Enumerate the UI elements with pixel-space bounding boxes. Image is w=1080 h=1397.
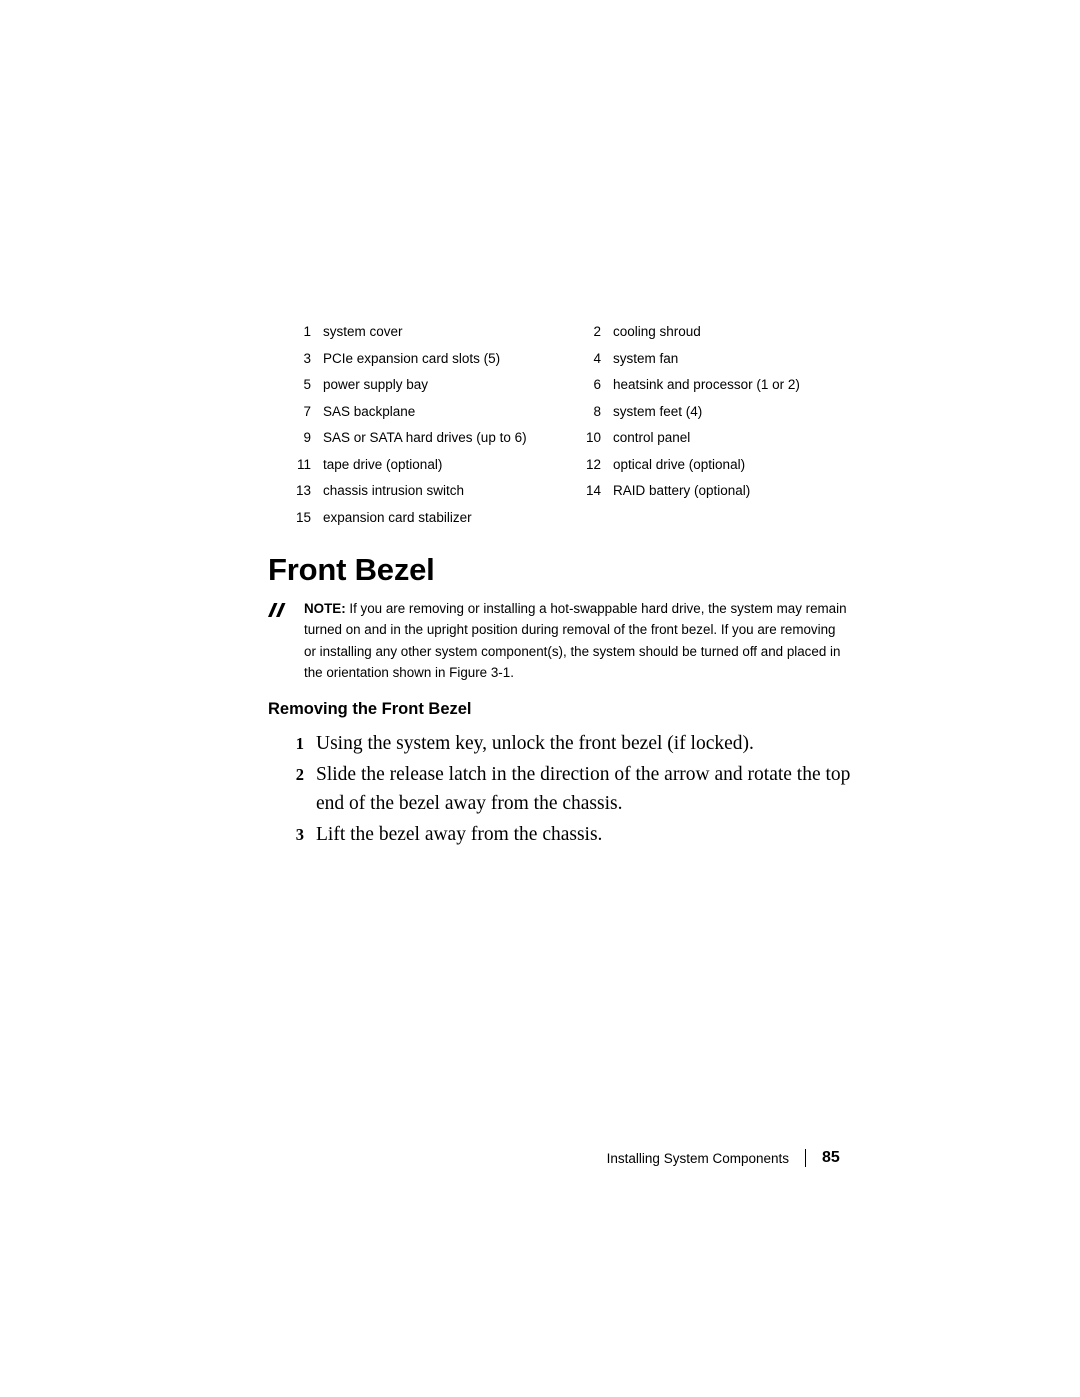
step-text: Lift the bezel away from the chassis. bbox=[316, 824, 603, 845]
legend-number: 1 bbox=[303, 324, 311, 339]
page-number: 85 bbox=[822, 1149, 840, 1166]
page-title: Front Bezel bbox=[268, 552, 435, 587]
legend-row: 11 tape drive (optional) 12 optical driv… bbox=[275, 455, 855, 482]
step-number: 2 bbox=[295, 765, 304, 784]
legend-cell: 4 system fan bbox=[565, 349, 855, 369]
legend-label: PCIe expansion card slots (5) bbox=[323, 350, 501, 366]
legend-cell: 15 expansion card stabilizer bbox=[275, 508, 565, 528]
legend-number: 15 bbox=[295, 509, 311, 525]
legend-cell: 1 system cover bbox=[275, 322, 565, 342]
note-label: NOTE: bbox=[304, 601, 346, 616]
legend-cell: 10 control panel bbox=[565, 428, 855, 448]
footer-section-title: Installing System Components bbox=[606, 1150, 789, 1166]
document-page: 1 system cover 2 cooling shroud 3 PCIe e… bbox=[0, 0, 1080, 1397]
step-text: Using the system key, unlock the front b… bbox=[316, 733, 754, 754]
legend-number: 5 bbox=[303, 377, 311, 392]
legend-label: control panel bbox=[613, 430, 691, 445]
legend-cell: 13 chassis intrusion switch bbox=[275, 481, 565, 501]
legend-label: system cover bbox=[323, 324, 403, 339]
legend-cell: 11 tape drive (optional) bbox=[275, 455, 565, 475]
note-icon bbox=[268, 603, 290, 619]
legend-row: 1 system cover 2 cooling shroud bbox=[275, 322, 855, 349]
legend-cell: 9 SAS or SATA hard drives (up to 6) bbox=[275, 428, 565, 448]
legend-label: expansion card stabilizer bbox=[323, 509, 472, 525]
legend-cell: 8 system feet (4) bbox=[565, 402, 855, 422]
legend-cell: 3 PCIe expansion card slots (5) bbox=[275, 349, 565, 369]
legend-number: 14 bbox=[585, 483, 601, 498]
legend-row: 5 power supply bay 6 heatsink and proces… bbox=[275, 375, 855, 402]
page-footer: Installing System Components 85 bbox=[268, 1145, 848, 1171]
legend-label: RAID battery (optional) bbox=[613, 483, 751, 498]
legend-number: 12 bbox=[585, 456, 601, 472]
legend-number: 11 bbox=[296, 456, 311, 472]
legend-cell: 14 RAID battery (optional) bbox=[565, 481, 855, 501]
legend-label: power supply bay bbox=[323, 377, 429, 392]
legend-label: system fan bbox=[613, 350, 679, 366]
legend-label: tape drive (optional) bbox=[323, 456, 443, 472]
list-item: 3 Lift the bezel away from the chassis. bbox=[268, 820, 868, 849]
legend-row: 13 chassis intrusion switch 14 RAID batt… bbox=[275, 481, 855, 508]
legend-row: 7 SAS backplane 8 system feet (4) bbox=[275, 402, 855, 429]
legend-number: 3 bbox=[303, 350, 311, 366]
legend-row: 9 SAS or SATA hard drives (up to 6) 10 c… bbox=[275, 428, 855, 455]
legend-row: 15 expansion card stabilizer bbox=[275, 508, 855, 535]
legend-number: 9 bbox=[303, 430, 311, 445]
step-text: Slide the release latch in the direction… bbox=[316, 764, 851, 814]
legend-cell: 6 heatsink and processor (1 or 2) bbox=[565, 375, 855, 395]
legend-label: SAS backplane bbox=[323, 403, 416, 419]
legend-cell: 2 cooling shroud bbox=[565, 322, 855, 342]
list-item: 1 Using the system key, unlock the front… bbox=[268, 729, 868, 758]
list-item: 2 Slide the release latch in the directi… bbox=[268, 760, 868, 818]
legend-number: 8 bbox=[593, 403, 601, 419]
legend-cell: 7 SAS backplane bbox=[275, 402, 565, 422]
legend-number: 6 bbox=[593, 377, 601, 392]
legend-number: 7 bbox=[303, 403, 311, 419]
note-text: NOTE: If you are removing or installing … bbox=[304, 598, 848, 683]
legend-cell: 12 optical drive (optional) bbox=[565, 455, 855, 475]
step-number: 1 bbox=[295, 734, 304, 753]
legend-label: cooling shroud bbox=[613, 324, 701, 339]
legend-cell: 5 power supply bay bbox=[275, 375, 565, 395]
note-body-text: If you are removing or installing a hot-… bbox=[304, 601, 847, 680]
legend-number: 4 bbox=[593, 350, 601, 366]
legend-number: 2 bbox=[593, 324, 601, 339]
legend-row: 3 PCIe expansion card slots (5) 4 system… bbox=[275, 349, 855, 376]
legend-label: heatsink and processor (1 or 2) bbox=[613, 377, 800, 392]
figure-callout-legend: 1 system cover 2 cooling shroud 3 PCIe e… bbox=[275, 322, 855, 534]
legend-label: system feet (4) bbox=[613, 403, 703, 419]
section-subheading: Removing the Front Bezel bbox=[268, 700, 472, 718]
legend-number: 13 bbox=[295, 483, 311, 498]
footer-divider bbox=[805, 1149, 806, 1167]
legend-number: 10 bbox=[585, 430, 601, 445]
procedure-steps: 1 Using the system key, unlock the front… bbox=[268, 729, 868, 851]
legend-label: chassis intrusion switch bbox=[323, 483, 465, 498]
legend-label: optical drive (optional) bbox=[613, 456, 746, 472]
step-number: 3 bbox=[295, 825, 304, 844]
legend-label: SAS or SATA hard drives (up to 6) bbox=[323, 430, 527, 445]
note-callout: NOTE: If you are removing or installing … bbox=[268, 598, 848, 683]
